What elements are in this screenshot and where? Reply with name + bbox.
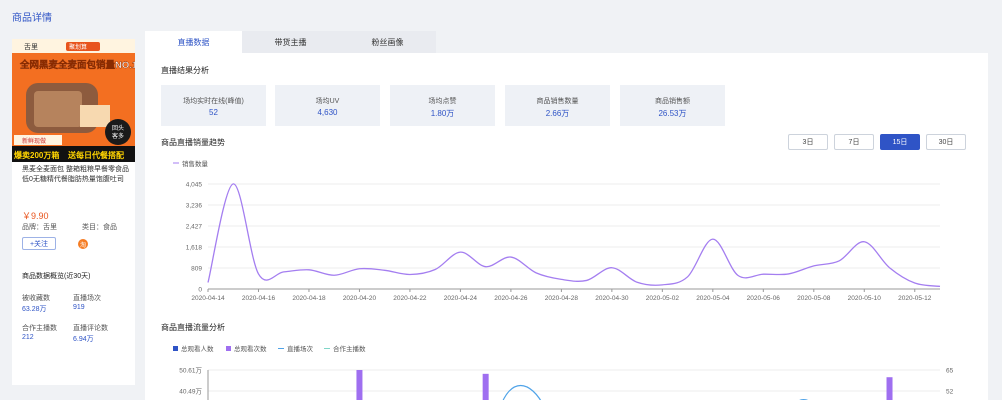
legend-label: 总观看人数 [181,344,214,353]
promo-right: 送每日代餐搭配 [67,150,124,160]
kpi-label: 场均UV [315,98,340,105]
kpi-value: 2.66万 [545,109,570,118]
stat-value: 919 [73,304,85,311]
product-card: 舌里 聚划算 全网黑麦全麦面包销量NO.1 回头 客多 新鲜现做 爆卖200万箱… [12,39,135,385]
stat-label: 被收藏数 [22,295,50,302]
sales-series-line [207,183,941,288]
tab-fans[interactable]: 粉丝画像 [339,31,436,53]
follow-button[interactable]: +关注 [22,237,56,250]
overview-title: 商品数据概览(近30天) [22,273,91,280]
range-3d-button[interactable]: 3日 [788,134,828,150]
y-tick-label: 0 [198,287,202,294]
range-30d-button[interactable]: 30日 [926,134,966,150]
sales-trend-title: 商品直播销量趋势 [161,138,225,147]
stat-value: 6.94万 [73,336,94,343]
y-tick-label: 2,427 [186,224,203,231]
kpi-label: 场均点赞 [428,98,457,105]
stat-label: 直播场次 [73,295,101,302]
kpi-value: 1.80万 [430,109,455,118]
kpi-label: 商品销售额 [655,98,690,105]
live-results-title: 直播结果分析 [161,66,209,75]
product-name[interactable]: 黑麦全麦面包 整箱粗粮早餐零食品低0无糖精代餐脂肪热量饱腹吐司 [22,165,130,185]
y-tick-label: 4,045 [186,182,203,189]
x-tick-label: 2020-04-26 [494,295,528,302]
x-tick-label: 2020-05-04 [696,295,730,302]
tab-live-data[interactable]: 直播数据 [145,31,242,53]
legend-label: 总观看次数 [234,344,267,353]
y-tick-label: 1,618 [186,245,203,252]
stat-label: 直播评论数 [73,325,108,332]
kpi-label: 商品销售数量 [536,98,579,105]
x-tick-label: 2020-04-24 [444,295,478,302]
stat-value: 212 [22,334,34,341]
brand-tag: 聚划算 [69,43,87,51]
taobao-icon[interactable]: 淘 [78,239,88,249]
product-price: ￥9.90 [22,211,49,221]
x-tick-label: 2020-04-18 [292,295,326,302]
kpi-value: 52 [209,108,218,117]
x-tick-label: 2020-05-10 [848,295,882,302]
y-tick-label: 50.61万 [179,367,202,375]
legend-label: 直播场次 [287,344,314,353]
kpi-value: 4,630 [317,108,338,117]
promo-left: 爆卖200万箱 [14,150,59,160]
kpi-card: 商品销售数量 2.66万 [505,85,610,126]
y-tick-label: 40.49万 [179,388,202,396]
product-banner: 舌里 聚划算 全网黑麦全麦面包销量NO.1 回头 客多 新鲜现做 爆卖200万箱… [12,39,135,162]
page-title: 商品详情 [12,13,52,24]
x-tick-label: 2020-05-02 [646,295,680,302]
x-tick-label: 2020-04-14 [191,295,225,302]
category-label: 类目：食品 [82,224,117,231]
stat-label: 合作主播数 [22,325,57,332]
kpi-value: 26.53万 [658,109,687,118]
kpi-card: 场均点赞 1.80万 [390,85,495,126]
traffic-chart: 总观看人数 总观看次数 直播场次 合作主播数 50.61万 40.49万 65 52 [173,344,954,400]
x-tick-label: 2020-04-28 [545,295,579,302]
y-tick-label: 3,236 [186,203,203,210]
traffic-title: 商品直播流量分析 [161,323,225,332]
product-image[interactable]: 舌里 聚划算 全网黑麦全麦面包销量NO.1 回头 客多 新鲜现做 爆卖200万箱… [12,39,135,162]
y-tick-label: 809 [191,266,202,273]
legend-swatch-icon [173,346,178,351]
x-tick-label: 2020-04-22 [393,295,427,302]
x-tick-label: 2020-05-08 [797,295,831,302]
x-tick-label: 2020-04-20 [343,295,377,302]
range-7d-button[interactable]: 7日 [834,134,874,150]
kpi-card: 场均UV 4,630 [275,85,380,126]
brand-logo: 舌里 [24,42,38,51]
legend-swatch-icon [226,346,231,351]
stat-value: 63.28万 [22,306,47,313]
y2-tick-label: 52 [946,389,954,396]
legend-label: 合作主播数 [333,344,366,353]
x-tick-label: 2020-05-12 [898,295,932,302]
badge-top: 回头 [112,124,124,132]
legend-label: 销售数量 [182,159,209,168]
x-tick-label: 2020-05-06 [747,295,781,302]
kpi-card: 场均实时在线(峰值) 52 [161,85,266,126]
kpi-label: 场均实时在线(峰值) [183,98,244,105]
banner-headline: 全网黑麦全麦面包销量NO.1 [19,59,135,71]
x-tick-label: 2020-04-16 [242,295,276,302]
badge-bottom: 客多 [112,132,124,140]
main-panel: 直播结果分析 场均实时在线(峰值) 52 场均UV 4,630 场均点赞 1.8… [145,53,988,400]
range-15d-button[interactable]: 15日 [880,134,920,150]
brand-label: 品牌：舌里 [22,224,57,231]
x-tick-label: 2020-04-30 [595,295,629,302]
traffic-bar [356,370,363,400]
y2-tick-label: 65 [946,368,954,375]
live-count-line [502,384,542,400]
kpi-card: 商品销售额 26.53万 [620,85,725,126]
traffic-bar [886,377,893,400]
tab-anchors[interactable]: 带货主播 [242,31,339,53]
traffic-bar [482,373,489,400]
tag-fresh: 新鲜现做 [22,137,46,145]
